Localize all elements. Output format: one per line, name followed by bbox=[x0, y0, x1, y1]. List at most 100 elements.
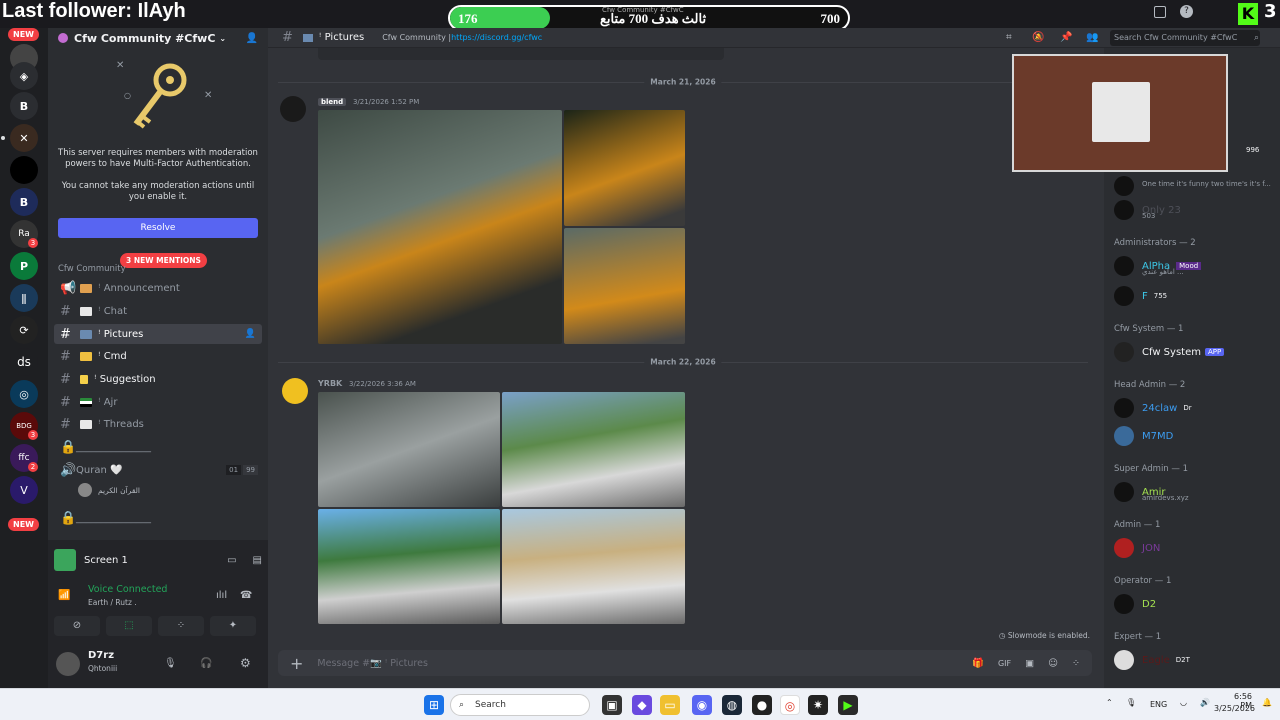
windows-start-icon[interactable]: ⊞ bbox=[424, 695, 444, 715]
member-row[interactable]: D2 bbox=[1114, 594, 1156, 614]
server-icon[interactable]: ◈ bbox=[10, 62, 38, 90]
microphone-icon[interactable]: 🎙 bbox=[1126, 698, 1136, 707]
car-image[interactable] bbox=[564, 228, 685, 344]
avatar[interactable] bbox=[282, 378, 308, 404]
voice-participant[interactable]: القرآن الكريم bbox=[78, 483, 140, 497]
gif-icon[interactable]: GIF bbox=[998, 659, 1011, 668]
car-image[interactable] bbox=[318, 509, 500, 624]
notifications-icon[interactable]: 🔔 bbox=[1262, 698, 1272, 707]
add-member-icon[interactable]: 👤 bbox=[246, 33, 258, 44]
channel-cmd[interactable]: # ꜝ Cmd bbox=[54, 346, 262, 366]
category-label[interactable]: Cfw Community bbox=[58, 264, 126, 274]
apps-icon[interactable]: ⁘ bbox=[1072, 658, 1080, 669]
channel-ajr[interactable]: # ꜝ Ajr bbox=[54, 392, 262, 412]
server-icon[interactable]: B bbox=[10, 188, 38, 216]
obs-icon[interactable]: ✷ bbox=[808, 695, 828, 715]
server-icon[interactable]: ǁ bbox=[10, 284, 38, 312]
discord-icon[interactable]: ◉ bbox=[692, 695, 712, 715]
member-row[interactable]: Cfw System APP bbox=[1114, 342, 1225, 362]
settings-gear-icon[interactable]: ⚙ bbox=[240, 656, 251, 670]
minimize-icon[interactable]: ▤ bbox=[253, 555, 262, 566]
chrome-icon[interactable]: ◎ bbox=[780, 695, 800, 715]
sticker-icon[interactable]: ▣ bbox=[1025, 658, 1034, 669]
member-row[interactable]: M7MD bbox=[1114, 426, 1173, 446]
activities-button[interactable]: ⁘ bbox=[158, 616, 204, 636]
chevron-up-icon[interactable]: ⌃ bbox=[1106, 698, 1113, 707]
popout-icon[interactable]: ▭ bbox=[227, 555, 236, 566]
help-icon[interactable]: ? bbox=[1180, 5, 1193, 18]
notifications-icon[interactable]: 🔕 bbox=[1032, 32, 1044, 43]
server-icon[interactable]: ds bbox=[10, 348, 38, 376]
channel-locked[interactable]: 🔒 _______________ bbox=[54, 437, 262, 457]
taskbar-search[interactable]: ⌕ Search bbox=[450, 694, 590, 716]
soundboard-button[interactable]: ✦ bbox=[210, 616, 256, 636]
member-row[interactable]: AlPha Mood اماهو عندي ... bbox=[1114, 256, 1202, 276]
inbox-icon[interactable] bbox=[1154, 6, 1166, 18]
invite-icon[interactable]: 👤 bbox=[245, 329, 256, 339]
car-image[interactable] bbox=[502, 392, 685, 507]
search-input[interactable]: Search Cfw Community #CfwC bbox=[1110, 30, 1260, 46]
gift-icon[interactable]: 🎁 bbox=[972, 658, 984, 669]
steam-icon[interactable]: ◍ bbox=[722, 695, 742, 715]
server-icon[interactable]: ◎ bbox=[10, 380, 38, 408]
channel-pictures[interactable]: # ꜝ Pictures 👤 bbox=[54, 324, 262, 344]
car-image[interactable] bbox=[318, 392, 500, 507]
channel-threads[interactable]: # ꜝ Threads bbox=[54, 414, 262, 434]
voice-status[interactable]: Voice Connected bbox=[88, 584, 167, 595]
disconnect-icon[interactable]: ☎ bbox=[240, 590, 252, 601]
voice-channel-quran[interactable]: 🔊 Quran 🤍 01 99 bbox=[54, 460, 262, 480]
previous-image[interactable] bbox=[318, 48, 724, 60]
channel-announcement[interactable]: 📢 ꜝ Announcement bbox=[54, 278, 262, 298]
file-explorer-icon[interactable]: ▭ bbox=[660, 695, 680, 715]
server-icon[interactable]: ✕ bbox=[10, 124, 38, 152]
pin-icon[interactable]: 📌 bbox=[1060, 32, 1072, 43]
resolve-button[interactable]: Resolve bbox=[58, 217, 258, 238]
channel-suggestion[interactable]: # ꜝ Suggestion bbox=[54, 369, 262, 389]
voice-channel-name[interactable]: Earth / Rutz . bbox=[88, 598, 137, 607]
avatar[interactable] bbox=[56, 652, 80, 676]
channel-chat[interactable]: # ꜝ Chat bbox=[54, 301, 262, 321]
headphones-icon[interactable]: 🎧 bbox=[200, 658, 212, 669]
username[interactable]: D7rz bbox=[88, 650, 114, 661]
volume-icon[interactable]: 🔊 bbox=[1200, 698, 1210, 707]
task-view-icon[interactable]: ▣ bbox=[602, 695, 622, 715]
member-row[interactable]: Amir amirdevs.xyz bbox=[1114, 482, 1189, 502]
message-author[interactable]: YRBK 3/22/2026 3:36 AM bbox=[318, 379, 416, 388]
server-icon[interactable]: P bbox=[10, 252, 38, 280]
threads-icon[interactable]: ⌗ bbox=[1006, 32, 1012, 43]
server-icon[interactable] bbox=[10, 156, 38, 184]
language-indicator[interactable]: ENG bbox=[1150, 700, 1167, 709]
server-icon[interactable]: ⟳ bbox=[10, 316, 38, 344]
member-row[interactable]: F 755 bbox=[1114, 286, 1167, 306]
message-composer[interactable]: + Message #📷 ꜝ Pictures 🎁 GIF ▣ ☺ ⁘ bbox=[278, 650, 1092, 676]
screen-share-button[interactable]: ⬚ bbox=[106, 616, 152, 636]
member-row[interactable]: JON bbox=[1114, 538, 1160, 558]
server-header[interactable]: Cfw Community #CfwC ⌄ 👤 bbox=[48, 28, 268, 48]
member-list-icon[interactable]: 👥 bbox=[1086, 32, 1098, 43]
server-icon[interactable]: V bbox=[10, 476, 38, 504]
add-attachment-icon[interactable]: + bbox=[290, 654, 303, 673]
member-row[interactable]: One time it's funny two time's it's f... bbox=[1114, 176, 1271, 196]
new-mentions-badge[interactable]: 3 NEW MENTIONS bbox=[120, 253, 207, 268]
clock-date[interactable]: 3/25/2026 bbox=[1214, 704, 1255, 713]
camera-off-button[interactable]: ⊘ bbox=[54, 616, 100, 636]
message-author[interactable]: blend 3/21/2026 1:52 PM bbox=[318, 97, 419, 106]
app-icon[interactable]: ● bbox=[752, 695, 772, 715]
server-icon[interactable]: B bbox=[10, 92, 38, 120]
emoji-icon[interactable]: ☺ bbox=[1048, 658, 1058, 669]
car-image[interactable] bbox=[564, 110, 685, 226]
kick-icon[interactable]: ▶ bbox=[838, 695, 858, 715]
member-row[interactable]: Eagle D2T bbox=[1114, 650, 1190, 670]
topic-link[interactable]: https://discord.gg/cfwc bbox=[451, 33, 542, 42]
noise-suppression-icon[interactable]: ılıl bbox=[216, 590, 227, 601]
copilot-icon[interactable]: ◆ bbox=[632, 695, 652, 715]
screen-share-row[interactable]: Screen 1 ▭ ▤ bbox=[54, 548, 262, 572]
car-image[interactable] bbox=[318, 110, 562, 344]
wifi-icon[interactable]: ◡ bbox=[1180, 698, 1187, 707]
microphone-icon[interactable]: 🎙 bbox=[164, 658, 177, 669]
member-row[interactable]: 24claw Dr bbox=[1114, 398, 1192, 418]
car-image[interactable] bbox=[502, 509, 685, 624]
member-row[interactable]: Only 23 503 bbox=[1114, 200, 1181, 220]
avatar[interactable] bbox=[280, 96, 306, 122]
channel-locked[interactable]: 🔒 _______________ bbox=[54, 508, 262, 528]
